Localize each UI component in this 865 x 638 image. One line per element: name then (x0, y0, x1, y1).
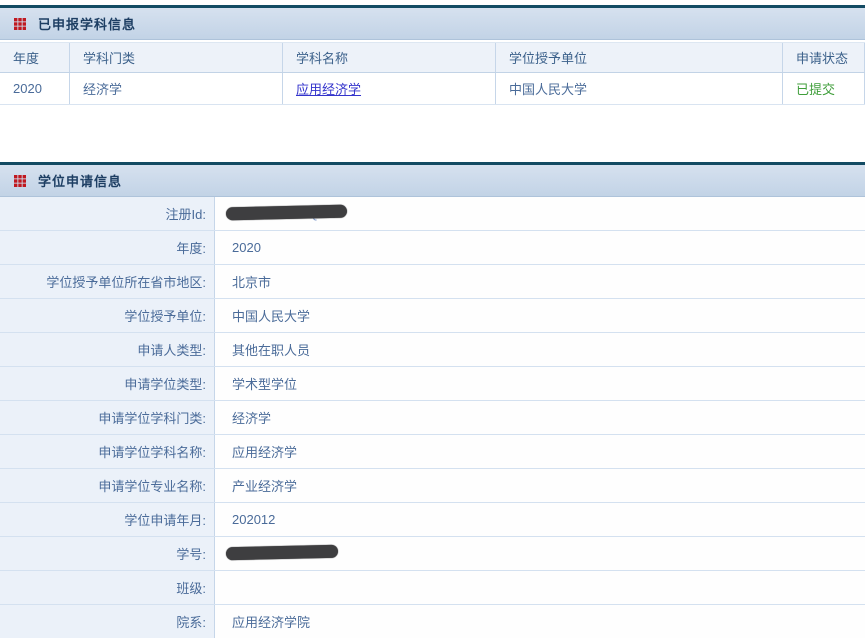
cell-subject: 应用经济学 (283, 73, 496, 104)
table-header-row: 年度 学科门类 学科名称 学位授予单位 申请状态 (0, 42, 865, 73)
form-row: 注册Id: 202012H39QHY (0, 197, 865, 231)
form-row-label: 学位申请年月: (0, 503, 215, 536)
cell-category: 经济学 (70, 73, 283, 104)
form-row-label: 学号: (0, 537, 215, 570)
form-row-value: 学术型学位 (215, 367, 865, 400)
col-header-category: 学科门类 (70, 43, 283, 72)
col-header-year: 年度 (0, 43, 70, 72)
form-row: 班级: (0, 571, 865, 605)
form-row-value: 产业经济学 (215, 469, 865, 502)
form-row: 年度: 2020 (0, 231, 865, 265)
declared-subject-table: 年度 学科门类 学科名称 学位授予单位 申请状态 2020 经济学 应用经济学 … (0, 42, 865, 105)
subject-link[interactable]: 应用经济学 (296, 79, 361, 98)
declared-subject-panel-header: 已申报学科信息 (0, 8, 865, 40)
form-row-label: 注册Id: (0, 197, 215, 230)
form-rows: 注册Id: 202012H39QHY 年度: 2020 学位授予单位所在省市地区… (0, 197, 865, 638)
redaction-scribble (226, 545, 338, 561)
form-row-value: 202012 (215, 503, 865, 536)
declared-subject-panel: 已申报学科信息 年度 学科门类 学科名称 学位授予单位 申请状态 2020 经济… (0, 5, 865, 105)
form-row-value: 经济学 (215, 401, 865, 434)
form-row-label: 申请人类型: (0, 333, 215, 366)
redacted-value: 211412002776 (232, 546, 330, 561)
form-row-value: 应用经济学院 (215, 605, 865, 638)
form-row-label: 申请学位学科门类: (0, 401, 215, 434)
degree-application-panel: 学位申请信息 注册Id: 202012H39QHY 年度: 2020 学位授予单… (0, 162, 865, 638)
form-row: 学位申请年月: 202012 (0, 503, 865, 537)
form-row: 学位授予单位: 中国人民大学 (0, 299, 865, 333)
status-badge: 已提交 (783, 73, 865, 104)
form-row-label: 学位授予单位所在省市地区: (0, 265, 215, 298)
cell-university: 中国人民大学 (496, 73, 783, 104)
form-row: 院系: 应用经济学院 (0, 605, 865, 638)
form-row-value: 中国人民大学 (215, 299, 865, 332)
page: { "panel_declared": { "title": "已申报学科信息"… (0, 5, 865, 638)
panel-gap (0, 105, 865, 162)
col-header-subject: 学科名称 (283, 43, 496, 72)
form-row: 学位授予单位所在省市地区: 北京市 (0, 265, 865, 299)
form-row: 申请人类型: 其他在职人员 (0, 333, 865, 367)
red-grid-icon (14, 18, 26, 30)
form-row-label: 申请学位类型: (0, 367, 215, 400)
form-row: 申请学位学科门类: 经济学 (0, 401, 865, 435)
form-row-value (215, 571, 865, 604)
form-row-value: 北京市 (215, 265, 865, 298)
col-header-status: 申请状态 (783, 43, 865, 72)
cell-year: 2020 (0, 73, 70, 104)
red-grid-icon (14, 175, 26, 187)
panel-title: 学位申请信息 (38, 171, 122, 190)
redaction-scribble (226, 205, 348, 221)
form-row-label: 申请学位专业名称: (0, 469, 215, 502)
form-row-value: 2020 (215, 231, 865, 264)
degree-application-panel-header: 学位申请信息 (0, 165, 865, 197)
form-row-value: 应用经济学 (215, 435, 865, 468)
form-row-label: 申请学位学科名称: (0, 435, 215, 468)
redacted-value: 202012H39QHY (232, 206, 339, 221)
table-row: 2020 经济学 应用经济学 中国人民大学 已提交 (0, 73, 865, 105)
panel-title: 已申报学科信息 (38, 14, 136, 33)
form-row-label: 年度: (0, 231, 215, 264)
form-row-label: 班级: (0, 571, 215, 604)
form-row-value: 211412002776 (215, 537, 865, 570)
col-header-university: 学位授予单位 (496, 43, 783, 72)
form-row-value: 其他在职人员 (215, 333, 865, 366)
form-row: 申请学位专业名称: 产业经济学 (0, 469, 865, 503)
form-row: 申请学位学科名称: 应用经济学 (0, 435, 865, 469)
form-row: 申请学位类型: 学术型学位 (0, 367, 865, 401)
form-row-label: 院系: (0, 605, 215, 638)
form-row: 学号: 211412002776 (0, 537, 865, 571)
form-row-value: 202012H39QHY (215, 197, 865, 230)
form-row-label: 学位授予单位: (0, 299, 215, 332)
